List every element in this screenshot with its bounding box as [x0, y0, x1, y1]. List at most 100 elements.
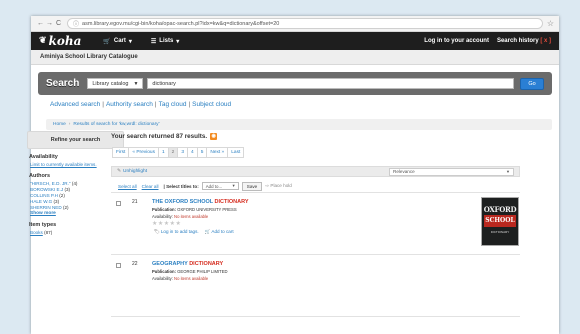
author-name: COLLINS P.H	[30, 192, 58, 198]
author-name: HALE W.G	[30, 198, 53, 204]
itemtype-count: (87)	[44, 229, 53, 235]
rss-icon[interactable]: ◉	[210, 132, 218, 140]
breadcrumb-results[interactable]: Results of search for 'kw,wrdl: dictiona…	[73, 122, 159, 127]
link-separator: |	[188, 101, 191, 108]
selection-toolbar: Select all Clear all | Select titles to:…	[111, 180, 520, 193]
record-checkbox[interactable]	[116, 263, 121, 268]
show-more-authors-link[interactable]: Show more	[30, 211, 124, 217]
authors-heading: Authors	[29, 172, 51, 179]
sort-select[interactable]: Relevance ▼	[389, 167, 514, 176]
itemtype-facet[interactable]: Books (87)	[30, 230, 124, 236]
more-search-links: Advanced search | Authority search | Tag…	[50, 101, 559, 108]
subject-cloud-link[interactable]: Subject cloud	[192, 101, 231, 108]
chevron-down-icon: ▾	[232, 183, 235, 188]
page-5[interactable]: 5	[197, 147, 208, 158]
add-to-value: Add to...	[205, 183, 223, 189]
search-query-text: dictionary	[152, 80, 176, 87]
address-bar[interactable]: ⓘ asm.library.egov.mu/cgi-bin/koha/opac-…	[67, 18, 543, 29]
clear-history-link[interactable]: [ x ]	[540, 38, 551, 44]
authority-search-link[interactable]: Authority search	[106, 101, 153, 108]
login-to-tag-text: Log in to add tags.	[160, 229, 199, 234]
record-publication: Publication: GEORGE PHILIP LIMITED	[152, 269, 228, 274]
login-to-tag-link[interactable]: 🏷Log in to add tags.	[154, 229, 199, 235]
record-actions: 🏷Log in to add tags. 🛒Add to cart	[154, 229, 234, 235]
itemtype-name: Books	[30, 229, 43, 235]
logo-text: koha	[48, 34, 82, 48]
search-history-link[interactable]: Search history [ x ]	[497, 38, 551, 44]
record-title-link[interactable]: GEOGRAPHY DICTIONARY	[152, 261, 223, 267]
record-title-text: THE OXFORD SCHOOL	[152, 199, 215, 205]
tag-cloud-link[interactable]: Tag cloud	[159, 101, 187, 108]
book-cover-image[interactable]: OXFORD SCHOOL DICTIONARY	[481, 197, 519, 246]
author-count: (2)	[62, 204, 69, 210]
place-hold-label: Place hold	[270, 183, 292, 188]
search-input[interactable]: dictionary	[147, 78, 514, 89]
pencil-icon: ✎	[117, 169, 122, 174]
author-count: (3)	[53, 198, 60, 204]
place-hold-button[interactable]: ⇨ Place hold	[265, 183, 292, 189]
caret-down-icon: ▾	[176, 38, 180, 45]
link-separator: |	[102, 101, 104, 108]
search-bar: Search Library catalog ▼ dictionary Go	[38, 72, 552, 95]
forward-icon[interactable]: →	[45, 20, 54, 27]
page-last[interactable]: Last	[228, 147, 245, 158]
tag-icon: 🏷	[154, 229, 160, 234]
search-scope-value: Library catalog	[92, 80, 129, 87]
result-record: 22 GEOGRAPHY DICTIONARY Publication: GEO…	[111, 255, 520, 317]
publication-label: Publication:	[152, 207, 176, 212]
reload-icon[interactable]: C	[54, 20, 63, 27]
advanced-search-link[interactable]: Advanced search	[50, 101, 100, 108]
cart-icon: 🛒	[204, 229, 211, 234]
page-previous[interactable]: « Previous	[129, 147, 159, 158]
lists-icon: ☰	[150, 38, 157, 45]
availability-value: No items available	[174, 214, 209, 219]
koha-logo[interactable]: ❦ koha	[39, 34, 81, 48]
unhighlight-link[interactable]: Unhighlight	[123, 169, 147, 174]
result-count-text: Your search returned 87 results.	[111, 132, 208, 140]
library-name: Aminiya School Library Catalogue	[31, 50, 559, 65]
koha-leaf-icon: ❦	[39, 36, 47, 46]
lists-label: Lists	[159, 38, 174, 44]
publisher-text: OXFORD UNIVERSITY PRESS	[177, 207, 237, 212]
publication-label: Publication:	[152, 269, 176, 274]
record-availability: Availability: No items available	[152, 276, 208, 281]
back-icon[interactable]: ←	[36, 20, 45, 27]
browser-toolbar: ← → C ⓘ asm.library.egov.mu/cgi-bin/koha…	[31, 16, 559, 32]
go-button[interactable]: Go	[520, 77, 544, 90]
page-next[interactable]: Next »	[207, 147, 229, 158]
record-title-highlight: DICTIONARY	[189, 261, 224, 267]
breadcrumb: Home › Results of search for 'kw,wrdl: d…	[46, 119, 552, 130]
cart-menu[interactable]: 🛒 Cart ▾	[103, 38, 135, 45]
top-navigation: ❦ koha 🛒 Cart ▾ ☰ Lists ▾ Log in to your…	[31, 32, 559, 50]
page-1[interactable]: 1	[159, 147, 169, 158]
search-scope-select[interactable]: Library catalog ▼	[87, 78, 144, 89]
bookmark-star-icon[interactable]: ☆	[547, 19, 554, 28]
result-record: 21 THE OXFORD SCHOOL DICTIONARY Publicat…	[111, 193, 520, 255]
select-all-link[interactable]: Select all	[118, 184, 137, 189]
author-count: (2)	[59, 192, 65, 198]
author-name: BOROWSKI E.J	[30, 186, 64, 192]
breadcrumb-home[interactable]: Home	[53, 122, 66, 127]
add-to-select[interactable]: Add to... ▾	[201, 182, 239, 190]
results-main: Your search returned 87 results. ◉ First…	[111, 131, 520, 317]
page-4[interactable]: 4	[188, 147, 198, 158]
login-link[interactable]: Log in to your account	[424, 38, 489, 44]
author-name: "HIRSCH, E.D. JR."	[30, 180, 71, 186]
page-3[interactable]: 3	[178, 147, 189, 158]
record-title-link[interactable]: THE OXFORD SCHOOL DICTIONARY	[152, 199, 249, 205]
page-first[interactable]: First	[112, 147, 130, 158]
cart-icon: 🛒	[103, 38, 111, 45]
record-checkbox[interactable]	[116, 201, 121, 206]
refine-heading: Refine your search	[27, 131, 124, 149]
cover-line-1: OXFORD	[483, 205, 517, 214]
availability-heading: Availability	[29, 154, 58, 160]
add-to-cart-link[interactable]: 🛒Add to cart	[205, 229, 234, 235]
clear-all-link[interactable]: Clear all	[142, 184, 159, 189]
rating-stars[interactable]: ★★★★★	[152, 220, 181, 227]
lists-menu[interactable]: ☰ Lists ▾	[151, 38, 182, 45]
publisher-text: GEORGE PHILIP LIMITED	[177, 269, 228, 274]
limit-available-link[interactable]: Limit to currently available items.	[30, 162, 124, 168]
record-title-highlight: DICTIONARY	[214, 199, 249, 205]
save-button[interactable]: Save	[241, 181, 263, 191]
result-count: Your search returned 87 results. ◉	[111, 131, 520, 141]
